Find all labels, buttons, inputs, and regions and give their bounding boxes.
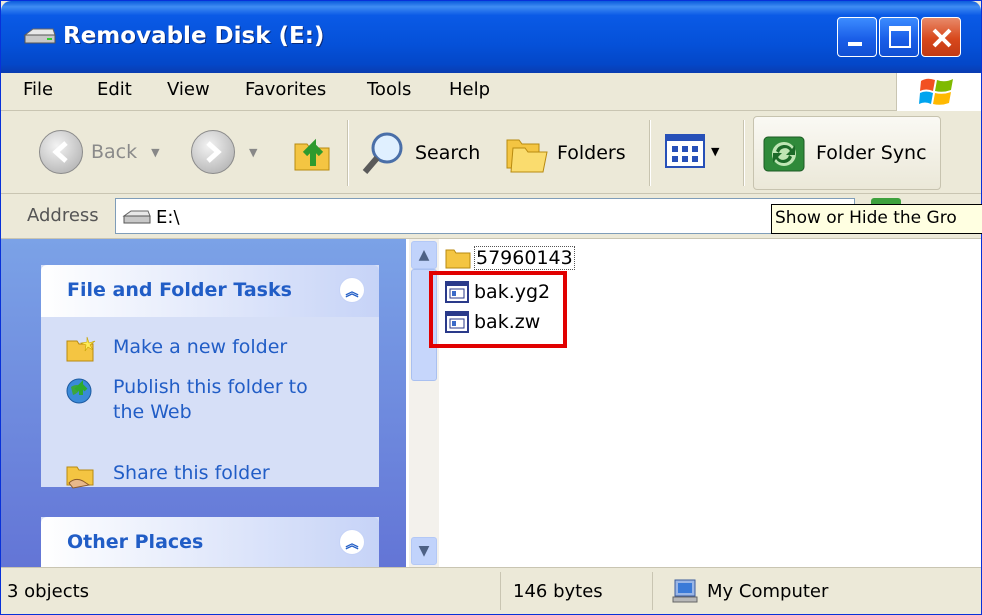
toolbar: Back ▼ ▼ Search Folders ▼ Folder Sync [1, 112, 981, 194]
status-size: 146 bytes [501, 572, 653, 610]
other-places-title: Other Places [67, 531, 204, 553]
folders-button[interactable]: Folders [503, 130, 626, 176]
my-computer-icon [672, 579, 698, 603]
folders-label: Folders [557, 142, 626, 164]
drive-icon [122, 210, 151, 224]
up-folder-button[interactable] [291, 130, 335, 174]
chevron-down-icon: ▼ [249, 145, 258, 159]
chevron-down-icon: ▼ [418, 543, 430, 559]
toolbar-separator [347, 120, 349, 186]
make-new-folder-link[interactable]: Make a new folder [113, 335, 287, 360]
publish-folder-link[interactable]: Publish this folder to the Web [113, 375, 308, 425]
toolbar-separator [649, 120, 651, 186]
tooltip: Show or Hide the Gro [771, 204, 982, 234]
menu-help[interactable]: Help [449, 79, 490, 100]
windows-logo [896, 73, 981, 111]
menu-view[interactable]: View [167, 79, 210, 100]
forward-button[interactable]: ▼ [191, 130, 257, 174]
windows-flag-icon [919, 78, 953, 105]
back-label: Back [91, 141, 138, 163]
other-places-panel: Other Places ︽ [41, 517, 379, 567]
collapse-chevron-icon[interactable]: ︽ [339, 529, 365, 555]
chevron-down-icon: ▼ [151, 145, 160, 159]
status-location-label: My Computer [707, 580, 829, 602]
toolbar-separator [743, 120, 745, 186]
views-button[interactable]: ▼ [665, 134, 719, 168]
share-folder-link[interactable]: Share this folder [113, 461, 270, 486]
folders-icon [506, 139, 548, 173]
forward-arrow-icon [191, 130, 235, 174]
close-icon [932, 28, 952, 48]
search-button[interactable]: Search [361, 130, 480, 176]
back-button[interactable]: Back ▼ [39, 130, 160, 174]
window-title: Removable Disk (E:) [63, 23, 325, 49]
minimize-icon [848, 42, 862, 46]
maximize-button[interactable] [879, 17, 919, 57]
folder-sync-button[interactable]: Folder Sync [753, 116, 941, 190]
chevron-up-icon: ▲ [418, 247, 430, 263]
folder-sync-icon [763, 136, 805, 172]
status-location: My Computer [653, 572, 981, 610]
search-label: Search [415, 142, 481, 164]
menu-tools[interactable]: Tools [367, 79, 411, 100]
close-button[interactable] [921, 17, 961, 57]
status-bar: 3 objects 146 bytes My Computer [1, 567, 981, 614]
drive-icon [23, 28, 56, 44]
menu-bar: File Edit View Favorites Tools Help [1, 73, 981, 111]
maximize-icon [889, 26, 911, 48]
back-arrow-icon [39, 130, 83, 174]
chevron-down-icon: ▼ [711, 144, 720, 158]
address-input[interactable]: E:\ [115, 198, 855, 234]
views-grid-icon [665, 134, 705, 168]
list-item-folder[interactable]: 57960143 [444, 243, 575, 273]
menu-file[interactable]: File [23, 79, 53, 100]
explorer-window: Removable Disk (E:) File Edit View Favor… [0, 0, 982, 615]
publish-web-icon [66, 378, 92, 404]
title-bar[interactable]: Removable Disk (E:) [1, 1, 981, 73]
file-folder-tasks-title: File and Folder Tasks [67, 279, 292, 301]
collapse-chevron-icon[interactable]: ︽ [339, 277, 365, 303]
address-value: E:\ [156, 207, 180, 228]
file-folder-tasks-panel: File and Folder Tasks ︽ Make a new folde… [41, 265, 379, 489]
task-pane: File and Folder Tasks ︽ Make a new folde… [1, 239, 406, 567]
search-icon [362, 132, 403, 174]
scroll-down-button[interactable]: ▼ [411, 537, 437, 565]
menu-edit[interactable]: Edit [97, 79, 132, 100]
selection-highlight [429, 271, 567, 348]
status-object-count: 3 objects [1, 572, 501, 610]
publish-folder-line2: the Web [113, 401, 192, 423]
other-places-header[interactable]: Other Places ︽ [41, 517, 379, 567]
address-label: Address [27, 205, 99, 226]
menu-favorites[interactable]: Favorites [245, 79, 326, 100]
share-folder-icon [66, 466, 94, 489]
minimize-button[interactable] [837, 17, 877, 57]
publish-folder-line1: Publish this folder to [113, 376, 308, 398]
file-folder-tasks-header[interactable]: File and Folder Tasks ︽ [41, 265, 379, 317]
scroll-up-button[interactable]: ▲ [411, 241, 437, 269]
folder-sync-label: Folder Sync [816, 142, 927, 164]
folder-icon [445, 249, 471, 269]
new-folder-icon [66, 336, 96, 362]
up-folder-icon [294, 138, 330, 171]
file-name: 57960143 [474, 246, 575, 270]
